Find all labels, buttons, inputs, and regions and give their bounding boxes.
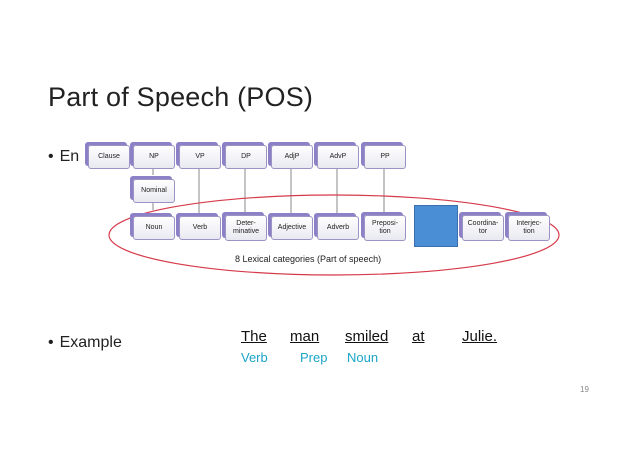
box-adjp: AdjP [271,145,313,169]
example-word-julie: Julie. [462,328,498,345]
bullet-marker: • [48,334,54,351]
box-verb: Verb [179,216,221,240]
box-determinative: Deter- minative [225,215,267,241]
box-vp: VP [179,145,221,169]
box-noun: Noun [133,216,175,240]
blue-placeholder-box [414,205,458,247]
example-word-smiled: smiled [345,328,389,345]
box-clause: Clause [88,145,130,169]
connector-lines [152,166,385,214]
box-np: NP [133,145,175,169]
box-advp: AdvP [317,145,359,169]
example-word-man: man [290,328,320,345]
page-number: 19 [580,385,589,394]
bullet-example-text: Example [59,334,122,351]
box-adverb: Adverb [317,216,359,240]
box-preposition: Preposi- tion [364,215,406,241]
box-coordinator: Coordina- tor [462,215,504,241]
bullet-example: • Example [48,334,122,352]
slide: Part of Speech (POS) • En Clause NP VP DP… [0,0,640,458]
example-tag-noun: Noun [347,350,379,365]
example-word-at: at [412,328,425,345]
box-pp: PP [364,145,406,169]
example-tag-prep: Prep [300,350,328,365]
example-tag-verb: Verb [241,350,268,365]
box-nominal: Nominal [133,179,175,203]
ellipse-label: 8 Lexical categories (Part of speech) [235,254,382,264]
box-adjective: Adjective [271,216,313,240]
example-word-the: The [241,328,267,345]
box-interjection: Interjec- tion [508,215,550,241]
box-dp: DP [225,145,267,169]
